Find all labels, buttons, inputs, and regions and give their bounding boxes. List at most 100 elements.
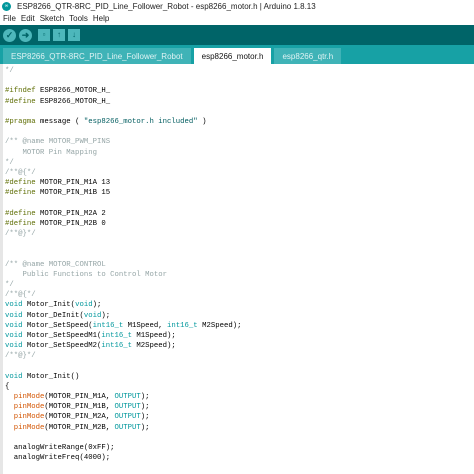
code-line: #define MOTOR_PIN_M2B 0	[5, 219, 470, 229]
code-line: analogWriteFreq(4000);	[5, 453, 470, 463]
code-token: M1Speed);	[132, 331, 176, 340]
code-line: void Motor_Init(void);	[5, 300, 470, 310]
code-token: int16_t	[101, 342, 132, 351]
code-token: Motor_Init()	[22, 372, 80, 381]
code-line: #define ESP8266_MOTOR_H_	[5, 97, 470, 107]
code-token: {	[5, 382, 10, 391]
new-button[interactable]: ▫	[38, 29, 50, 41]
code-token: #define	[5, 209, 36, 218]
code-line: void Motor_DeInit(void);	[5, 311, 470, 321]
code-token: );	[140, 403, 150, 412]
code-token: OUTPUT	[114, 413, 141, 422]
code-line: #define MOTOR_PIN_M2A 2	[5, 209, 470, 219]
code-token: Motor_SetSpeed(	[22, 321, 93, 330]
code-token: ESP8266_MOTOR_H_	[35, 97, 111, 106]
code-token: /**@{*/	[5, 291, 36, 300]
code-line: pinMode(MOTOR_PIN_M1A, OUTPUT);	[5, 392, 470, 402]
code-token: void	[5, 311, 23, 320]
save-button[interactable]: ↓	[68, 29, 80, 41]
code-line: */	[5, 158, 470, 168]
code-line: /** @name MOTOR_PWM_PINS	[5, 137, 470, 147]
menu-edit[interactable]: Edit	[21, 14, 35, 23]
code-line: {	[5, 382, 470, 392]
new-file-icon: ▫	[42, 30, 46, 39]
code-token: Motor_SetSpeedM2(	[22, 342, 102, 351]
code-line: Public Functions to Control Motor	[5, 270, 470, 280]
code-token: /** @name MOTOR_PWM_PINS	[5, 138, 111, 147]
code-token: /**@{*/	[5, 168, 36, 177]
tab-esp8266-motor[interactable]: esp8266_motor.h	[193, 48, 272, 64]
code-editor[interactable]: */ #ifndef ESP8266_MOTOR_H_ #define ESP82…	[0, 64, 474, 474]
code-token: void	[5, 372, 23, 381]
code-line: #define MOTOR_PIN_M1B 15	[5, 188, 470, 198]
code-token: Motor_SetSpeedM1(	[22, 331, 102, 340]
editor-gutter	[0, 64, 3, 474]
code-token: void	[5, 301, 23, 310]
code-token: int16_t	[101, 331, 132, 340]
code-token: void	[5, 342, 23, 351]
code-token: */	[5, 158, 14, 167]
code-line: /**@{*/	[5, 290, 470, 300]
code-line: pinMode(MOTOR_PIN_M2A, OUTPUT);	[5, 412, 470, 422]
code-token: analogWriteFreq(4000);	[5, 454, 111, 463]
code-token: ESP8266_MOTOR_H_	[35, 87, 111, 96]
check-icon: ✓	[5, 29, 14, 40]
code-line: /**@}*/	[5, 351, 470, 361]
code-token: OUTPUT	[114, 403, 141, 412]
code-token: MOTOR_PIN_M2B 0	[35, 219, 106, 228]
menu-help[interactable]: Help	[93, 14, 109, 23]
open-button[interactable]: ↑	[53, 29, 65, 41]
code-token: (MOTOR_PIN_M1B,	[44, 403, 115, 412]
title-bar: ∞ ESP8266_QTR-8RC_PID_Line_Follower_Robo…	[0, 0, 474, 12]
tab-esp8266-qtr[interactable]: esp8266_qtr.h	[274, 48, 342, 64]
code-token: )	[197, 117, 207, 126]
toolbar: ✓ ➜ ▫ ↑ ↓	[0, 25, 474, 45]
code-token: M2Speed);	[132, 342, 176, 351]
code-token: Motor_Init(	[22, 301, 76, 310]
code-token: );	[140, 393, 150, 401]
verify-button[interactable]: ✓	[3, 28, 16, 42]
arrow-down-icon: ↓	[72, 30, 76, 39]
code-token: int16_t	[167, 321, 198, 330]
code-token: */	[5, 280, 14, 289]
arrow-right-icon: ➜	[21, 29, 30, 40]
code-token: analogWriteRange(0xFF);	[5, 443, 115, 452]
code-token: (MOTOR_PIN_M1A,	[44, 393, 115, 401]
code-line: */	[5, 280, 470, 290]
code-token: OUTPUT	[114, 393, 141, 401]
code-token: M2Speed);	[197, 321, 242, 330]
menu-tools[interactable]: Tools	[69, 14, 88, 23]
code-token: */	[5, 67, 14, 75]
code-token: /**@}*/	[5, 230, 36, 238]
code-token: (MOTOR_PIN_M2A,	[44, 413, 115, 422]
code-token: );	[92, 301, 102, 310]
code-line: /**@}*/	[5, 229, 470, 239]
menu-sketch[interactable]: Sketch	[40, 14, 64, 23]
code-line: #ifndef ESP8266_MOTOR_H_	[5, 86, 470, 96]
upload-button[interactable]: ➜	[19, 28, 32, 42]
code-token: pinMode	[13, 413, 45, 422]
code-token: #define	[5, 189, 36, 198]
code-token: message (	[35, 117, 84, 126]
code-token: /**@}*/	[5, 352, 36, 361]
tab-sketch-main[interactable]: ESP8266_QTR-8RC_PID_Line_Follower_Robot	[3, 48, 191, 64]
code-token: #pragma	[5, 117, 36, 126]
menu-bar: File Edit Sketch Tools Help	[0, 12, 474, 25]
code-token: OUTPUT	[114, 423, 141, 432]
menu-file[interactable]: File	[3, 14, 16, 23]
code-token: #define	[5, 97, 36, 106]
code-token: void	[5, 321, 23, 330]
code-token: void	[75, 301, 93, 310]
tab-bar: ESP8266_QTR-8RC_PID_Line_Follower_Robot …	[0, 45, 474, 64]
code-token: #define	[5, 219, 36, 228]
code-token: pinMode	[13, 423, 45, 432]
code-token: #define	[5, 179, 36, 188]
